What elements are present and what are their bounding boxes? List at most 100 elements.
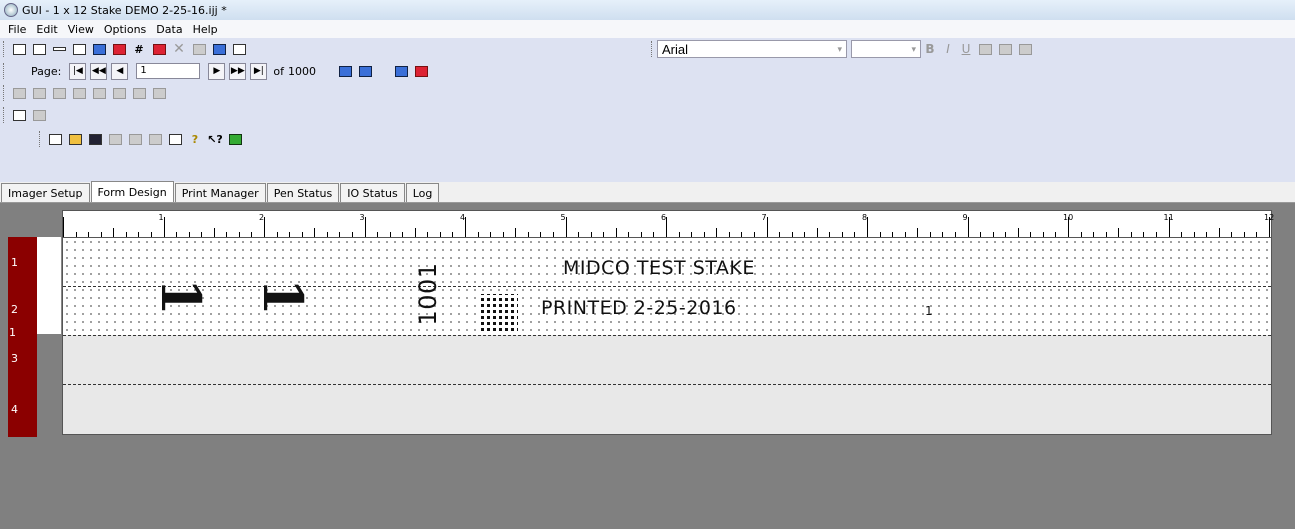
new-file-icon[interactable] bbox=[46, 130, 64, 148]
italic-button[interactable]: I bbox=[939, 42, 957, 56]
menu-view[interactable]: View bbox=[63, 23, 99, 36]
tab-pen-status[interactable]: Pen Status bbox=[266, 183, 340, 202]
font-size-select[interactable]: ▾ bbox=[851, 40, 921, 58]
ruler-tick bbox=[816, 228, 818, 237]
ruler-tick bbox=[465, 217, 466, 237]
help-icon[interactable]: ? bbox=[186, 130, 204, 148]
bring-front-icon[interactable] bbox=[996, 40, 1014, 58]
sort-icon[interactable] bbox=[10, 106, 28, 124]
pdf-icon[interactable] bbox=[150, 40, 168, 58]
tab-log[interactable]: Log bbox=[405, 183, 440, 202]
form-icon[interactable] bbox=[30, 106, 48, 124]
toolbar-area-empty bbox=[0, 152, 1295, 182]
menu-help[interactable]: Help bbox=[188, 23, 223, 36]
toolbar-objects: Arial ▾ ▾ B I U bbox=[0, 38, 1295, 60]
center-icon[interactable] bbox=[90, 84, 108, 102]
toolbar-grip bbox=[651, 41, 654, 57]
counter-icon[interactable] bbox=[130, 40, 148, 58]
variable-icon[interactable] bbox=[10, 40, 28, 58]
toolbar-align bbox=[0, 82, 1295, 104]
menu-edit[interactable]: Edit bbox=[31, 23, 62, 36]
ruler-number: 11 bbox=[1163, 213, 1174, 222]
prev-ten-button[interactable]: ◀◀ bbox=[90, 62, 108, 80]
design-workspace: 1 2 3 4 5 6 7 8 9 10 11 12 1 2 1 3 4 1 1 1001 MIDCO… bbox=[0, 203, 1295, 529]
ruler-tick bbox=[1017, 228, 1019, 237]
ruler-tick bbox=[917, 228, 919, 237]
save-icon[interactable] bbox=[86, 130, 104, 148]
barcode-icon[interactable] bbox=[70, 40, 88, 58]
image-icon[interactable] bbox=[90, 40, 108, 58]
text-icon[interactable] bbox=[30, 40, 48, 58]
tab-form-design[interactable]: Form Design bbox=[90, 181, 174, 202]
delete-icon[interactable] bbox=[170, 40, 188, 58]
grid-icon[interactable] bbox=[210, 40, 228, 58]
row-number: 3 bbox=[11, 352, 18, 365]
preview-icon[interactable] bbox=[337, 62, 355, 80]
print-icon[interactable] bbox=[166, 130, 184, 148]
align-left-icon[interactable] bbox=[10, 84, 28, 102]
prev-page-button[interactable]: ◀ bbox=[111, 62, 129, 80]
paste-icon[interactable] bbox=[146, 130, 164, 148]
menu-file[interactable]: File bbox=[3, 23, 31, 36]
properties-icon[interactable] bbox=[190, 40, 208, 58]
row-marker bbox=[37, 237, 62, 334]
row-divider bbox=[63, 335, 1271, 336]
font-name-select[interactable]: Arial ▾ bbox=[657, 40, 847, 58]
underline-button[interactable]: U bbox=[957, 42, 975, 56]
of-label: of bbox=[273, 64, 284, 78]
rotated-number[interactable]: 1 bbox=[251, 277, 315, 317]
row-divider bbox=[63, 384, 1271, 385]
toolbar-grip bbox=[3, 85, 6, 101]
window-title: GUI - 1 x 12 Stake DEMO 2-25-16.ijj * bbox=[22, 3, 227, 17]
copy-icon[interactable] bbox=[126, 130, 144, 148]
ruler-number: 4 bbox=[460, 213, 466, 222]
import-icon[interactable] bbox=[393, 62, 411, 80]
bold-button[interactable]: B bbox=[921, 42, 939, 56]
same-size-icon[interactable] bbox=[150, 84, 168, 102]
tab-io-status[interactable]: IO Status bbox=[340, 183, 405, 202]
label-canvas[interactable]: 1 1 1001 MIDCO TEST STAKE PRINTED 2-25-2… bbox=[62, 237, 1272, 435]
ruler-number: 1 bbox=[158, 213, 164, 222]
menu-options[interactable]: Options bbox=[99, 23, 151, 36]
first-page-button[interactable]: |◀ bbox=[69, 62, 87, 80]
align-top-icon[interactable] bbox=[50, 84, 68, 102]
last-page-button[interactable]: ▶| bbox=[250, 62, 268, 80]
row-number: 4 bbox=[11, 403, 18, 416]
row-number: 1 bbox=[9, 326, 16, 339]
open-folder-icon[interactable] bbox=[66, 130, 84, 148]
send-back-icon[interactable] bbox=[1016, 40, 1034, 58]
table-icon[interactable] bbox=[230, 40, 248, 58]
ruler-tick bbox=[515, 228, 517, 237]
page-total: 1000 bbox=[287, 64, 316, 78]
abc-icon[interactable] bbox=[357, 62, 375, 80]
label-line1[interactable]: MIDCO TEST STAKE bbox=[563, 257, 755, 279]
context-help-icon[interactable]: ↖? bbox=[206, 130, 224, 148]
same-width-icon[interactable] bbox=[110, 84, 128, 102]
label-line2[interactable]: PRINTED 2-25-2016 bbox=[541, 297, 737, 319]
ruler-number: 6 bbox=[661, 213, 667, 222]
label-small-number[interactable]: 1 bbox=[925, 304, 933, 318]
export-icon[interactable] bbox=[413, 62, 431, 80]
menu-data[interactable]: Data bbox=[151, 23, 187, 36]
page-input[interactable]: 1 bbox=[136, 63, 201, 79]
logo-icon[interactable] bbox=[110, 40, 128, 58]
next-page-button[interactable]: ▶ bbox=[208, 62, 226, 80]
cut-icon[interactable] bbox=[106, 130, 124, 148]
line-icon[interactable] bbox=[50, 40, 68, 58]
ruler-number: 2 bbox=[259, 213, 265, 222]
row-number: 2 bbox=[11, 303, 18, 316]
tab-print-manager[interactable]: Print Manager bbox=[174, 183, 266, 202]
vertical-serial-text[interactable]: 1001 bbox=[414, 254, 442, 334]
strikethrough-icon[interactable] bbox=[976, 40, 994, 58]
ruler-number: 7 bbox=[761, 213, 767, 222]
align-bottom-icon[interactable] bbox=[70, 84, 88, 102]
same-height-icon[interactable] bbox=[130, 84, 148, 102]
next-ten-button[interactable]: ▶▶ bbox=[229, 62, 247, 80]
rotated-number[interactable]: 1 bbox=[149, 277, 213, 317]
ruler-tick bbox=[63, 217, 64, 237]
toolbar-grip bbox=[39, 131, 42, 147]
exit-icon[interactable] bbox=[226, 130, 244, 148]
align-right-icon[interactable] bbox=[30, 84, 48, 102]
datamatrix-barcode[interactable] bbox=[478, 294, 518, 334]
tab-imager-setup[interactable]: Imager Setup bbox=[1, 183, 90, 202]
